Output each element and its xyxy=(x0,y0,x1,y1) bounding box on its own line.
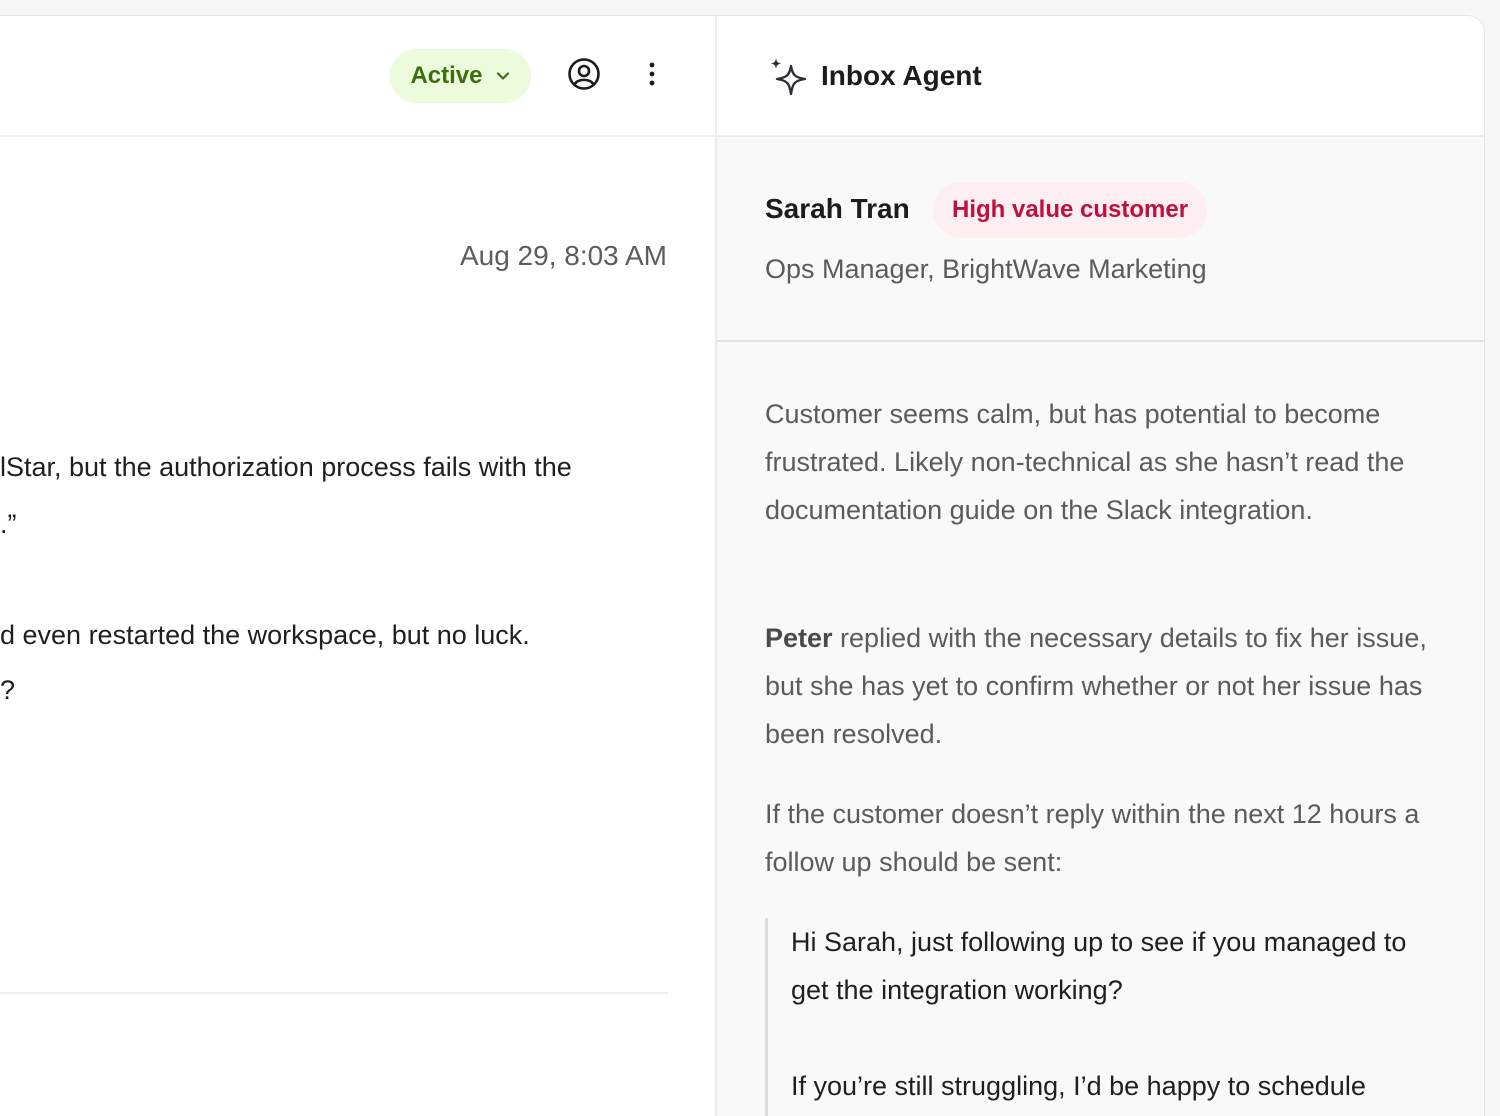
divider xyxy=(0,992,668,994)
assign-button[interactable] xyxy=(564,56,604,96)
customer-tag-badge: High value customer xyxy=(933,182,1208,238)
agent-header: Inbox Agent xyxy=(717,16,1484,137)
status-dropdown[interactable]: Active xyxy=(390,49,531,103)
conversation-pane: Active Aug 29, 8:03 AM lStar, but the au… xyxy=(0,16,715,1116)
panel-title: Inbox Agent xyxy=(821,60,982,91)
more-options-button[interactable] xyxy=(636,56,668,96)
sparkle-icon xyxy=(767,56,809,98)
user-circle-icon xyxy=(567,57,601,96)
followup-text: Hi Sarah, just following up to see if yo… xyxy=(791,927,1407,1005)
more-vertical-icon xyxy=(648,61,656,92)
customer-card: Sarah Tran High value customer Ops Manag… xyxy=(717,137,1484,342)
agent-name-mention: Peter xyxy=(765,623,833,653)
message-line: .” xyxy=(0,509,17,539)
message-line: ? xyxy=(0,675,16,705)
agent-summary-paragraph: Peter replied with the necessary details… xyxy=(765,614,1445,758)
app-frame: Active Aug 29, 8:03 AM lStar, but the au… xyxy=(0,15,1485,1116)
chevron-down-icon xyxy=(495,68,511,84)
agent-summary-paragraph: If the customer doesn’t reply within the… xyxy=(765,799,1420,877)
followup-text: If you’re still struggling, I’d be happy… xyxy=(791,1071,1366,1101)
status-label: Active xyxy=(410,62,483,89)
inbox-agent-panel: Inbox Agent Sarah Tran High value custom… xyxy=(715,16,1484,1116)
conversation-header: Active xyxy=(0,16,715,137)
summary-text: replied with the necessary details to fi… xyxy=(765,623,1427,749)
agent-summary-paragraph: Customer seems calm, but has potential t… xyxy=(765,399,1405,525)
customer-name: Sarah Tran xyxy=(765,193,910,224)
customer-role: Ops Manager, BrightWave Marketing xyxy=(765,254,1207,284)
suggested-followup-quote[interactable]: Hi Sarah, just following up to see if yo… xyxy=(765,918,1445,1116)
message-line: d even restarted the workspace, but no l… xyxy=(0,620,530,650)
message-timestamp: Aug 29, 8:03 AM xyxy=(459,240,667,271)
message-line: lStar, but the authorization process fai… xyxy=(0,452,572,482)
